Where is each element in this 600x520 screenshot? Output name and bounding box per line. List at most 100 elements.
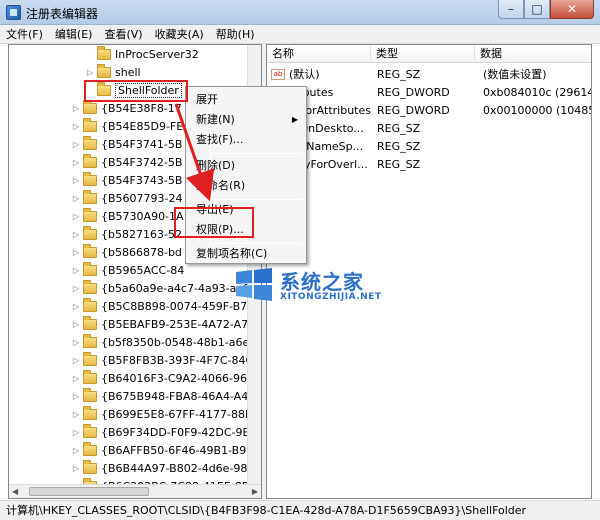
expand-arrow-icon[interactable]: ▷ [71, 140, 81, 149]
tree-node-label: {B6AFFB50-6F46-49B1-B912-C... [101, 443, 249, 457]
minimize-button[interactable]: – [498, 0, 524, 19]
watermark-logo-icon [236, 268, 272, 301]
value-type: REG_SZ [377, 67, 421, 81]
tree-node-label: {B5730A90-1A [101, 209, 184, 223]
tree-node-label: shell [115, 65, 141, 79]
tree-node-label: {B6B44A97-B802-4d6e-9846-3... [101, 461, 249, 475]
folder-icon [83, 297, 97, 312]
value-row[interactable]: ab...OnDeskto...REG_SZ [267, 119, 591, 137]
menu-help[interactable]: 帮助(H) [210, 26, 261, 42]
tree-node-label: {B5F8FB3B-393F-4F7C-84CB-5... [101, 353, 249, 367]
tree-node[interactable]: ▷ {b5f8350b-0548-48b1-a6ee-88... [9, 333, 249, 351]
submenu-arrow-icon: ▶ [291, 115, 298, 124]
tree-horizontal-scrollbar[interactable]: ◀ ▶ [9, 484, 261, 498]
expand-arrow-icon[interactable]: ▷ [71, 248, 81, 257]
expand-arrow-icon[interactable]: ▷ [71, 356, 81, 365]
folder-icon [83, 135, 97, 150]
value-row[interactable]: ab...ryForOverl...REG_SZ [267, 155, 591, 173]
tree-scroll-thumb[interactable] [29, 487, 149, 496]
folder-icon [97, 45, 111, 60]
highlight-box-shellfolder [84, 80, 188, 102]
value-name-cell: ab (默认) [267, 66, 375, 82]
tree-node[interactable]: ▷ {B69F34DD-F0F9-42DC-9EDD-... [9, 423, 249, 441]
expand-arrow-icon[interactable]: ▷ [85, 68, 95, 77]
tree-node-label: {b5866878-bd [101, 245, 182, 259]
tree-node-label: {B5C8B898-0074-459F-B700-8... [101, 299, 249, 313]
folder-icon [83, 99, 97, 114]
menu-item-rename[interactable]: 重命名(R) [188, 176, 304, 196]
value-type: REG_SZ [377, 121, 421, 135]
expand-arrow-icon[interactable]: ▷ [71, 320, 81, 329]
folder-icon [83, 279, 97, 294]
expand-arrow-icon[interactable]: ▷ [71, 410, 81, 419]
tree-node[interactable]: ▷ {B5C8B898-0074-459F-B700-8... [9, 297, 249, 315]
menu-view[interactable]: 查看(V) [98, 26, 148, 42]
tree-node[interactable]: ▷ {B5F8FB3B-393F-4F7C-84CB-5... [9, 351, 249, 369]
expand-arrow-icon[interactable]: ▷ [71, 464, 81, 473]
window-title: 注册表编辑器 [26, 7, 99, 21]
tree-node[interactable]: ▷ {B5EBAFB9-253E-4A72-A744-0... [9, 315, 249, 333]
expand-arrow-icon[interactable]: ▷ [71, 122, 81, 131]
expand-arrow-icon[interactable]: ▷ [71, 392, 81, 401]
menu-item-copy-key-name[interactable]: 复制项名称(C) [188, 244, 304, 264]
menu-file[interactable]: 文件(F) [0, 26, 49, 42]
expand-arrow-icon[interactable]: ▷ [71, 104, 81, 113]
value-name: (默认) [289, 68, 320, 81]
folder-icon [83, 315, 97, 330]
value-row[interactable]: ab (默认) REG_SZ (数值未设置) [267, 65, 591, 83]
value-type: REG_SZ [377, 139, 421, 153]
menu-separator [214, 153, 302, 154]
tree-node[interactable]: ▷ shell [9, 63, 249, 81]
value-data: 0x00100000 (1048576) [483, 103, 591, 117]
tree-node[interactable]: ▷ {b5a60a9e-a4c7-4a93-ac66-0... [9, 279, 249, 297]
expand-arrow-icon[interactable]: ▷ [71, 176, 81, 185]
expand-arrow-icon[interactable]: ▷ [71, 428, 81, 437]
menu-item-find[interactable]: 查找(F)... [188, 130, 304, 150]
menu-item-new[interactable]: 新建(N) ▶ [188, 110, 304, 130]
tree-node[interactable]: ▷ {B699E5E8-67FF-4177-88B0-36... [9, 405, 249, 423]
expand-arrow-icon[interactable]: ▷ [71, 446, 81, 455]
tree-node-label: {B5EBAFB9-253E-4A72-A744-0... [101, 317, 249, 331]
value-row[interactable]: ab...oNameSp...REG_SZ [267, 137, 591, 155]
value-type: REG_DWORD [377, 85, 450, 99]
maximize-button[interactable]: □ [524, 0, 550, 19]
expand-arrow-icon[interactable]: ▷ [71, 374, 81, 383]
folder-icon [83, 441, 97, 456]
scroll-right-arrow-icon[interactable]: ▶ [252, 485, 258, 498]
menu-edit[interactable]: 编辑(E) [49, 26, 99, 42]
value-row[interactable]: 011...ibutesREG_DWORD0xb084010c (2961410… [267, 83, 591, 101]
expand-arrow-icon[interactable]: ▷ [71, 284, 81, 293]
column-name[interactable]: 名称 [267, 45, 371, 63]
tree-node[interactable]: ▷ {B64016F3-C9A2-4066-96F0-B... [9, 369, 249, 387]
expand-arrow-icon[interactable]: ▷ [71, 158, 81, 167]
expand-arrow-icon[interactable]: ▷ [71, 266, 81, 275]
highlight-box-permissions [174, 207, 254, 238]
tree-node-label: {B54F3743-5B [101, 173, 183, 187]
tree-node-label: {B54F3741-5B [101, 137, 183, 151]
menu-favorites[interactable]: 收藏夹(A) [149, 26, 210, 42]
tree-node[interactable]: ▷ {B6B44A97-B802-4d6e-9846-3... [9, 459, 249, 477]
folder-icon [83, 189, 97, 204]
expand-arrow-icon[interactable]: ▷ [71, 302, 81, 311]
expand-arrow-icon[interactable]: ▷ [71, 212, 81, 221]
folder-icon [83, 153, 97, 168]
value-type: REG_SZ [377, 157, 421, 171]
expand-arrow-icon[interactable]: ▷ [71, 338, 81, 347]
folder-icon [83, 225, 97, 240]
folder-icon [83, 117, 97, 132]
menu-item-delete[interactable]: 删除(D) [188, 156, 304, 176]
folder-icon [83, 459, 97, 474]
folder-icon [83, 369, 97, 384]
tree-node[interactable]: ▷ {B675B948-FBA8-46A4-A4C7-D... [9, 387, 249, 405]
menu-item-expand[interactable]: 展开 [188, 90, 304, 110]
close-button[interactable]: ✕ [550, 0, 594, 19]
tree-node-label: {B675B948-FBA8-46A4-A4C7-D... [101, 389, 249, 403]
column-type[interactable]: 类型 [371, 45, 475, 63]
scroll-left-arrow-icon[interactable]: ◀ [12, 485, 18, 498]
value-row[interactable]: 011...ForAttributesREG_DWORD0x00100000 (… [267, 101, 591, 119]
tree-node[interactable]: InProcServer32 [9, 45, 249, 63]
column-data[interactable]: 数据 [475, 45, 591, 63]
expand-arrow-icon[interactable]: ▷ [71, 194, 81, 203]
expand-arrow-icon[interactable]: ▷ [71, 230, 81, 239]
tree-node[interactable]: ▷ {B6AFFB50-6F46-49B1-B912-C... [9, 441, 249, 459]
